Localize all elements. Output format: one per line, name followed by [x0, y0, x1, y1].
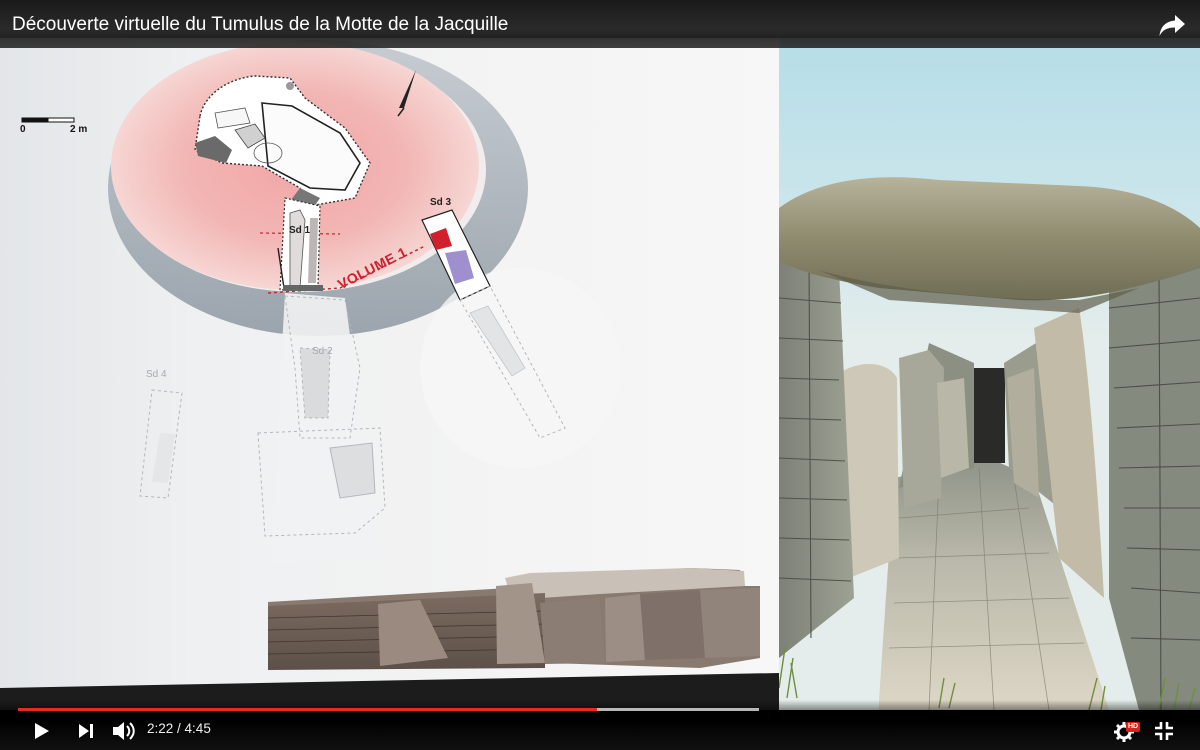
video-title[interactable]: Découverte virtuelle du Tumulus de la Mo…: [12, 13, 508, 37]
scale-bar: [21, 117, 75, 123]
sd1-label: Sd 1: [289, 225, 311, 236]
next-icon[interactable]: [78, 723, 94, 739]
sd3-label: Sd 3: [430, 197, 452, 208]
video-player[interactable]: Découverte virtuelle du Tumulus de la Mo…: [0, 0, 1200, 750]
progress-played: [18, 708, 598, 711]
sd2-label: Sd 2: [312, 346, 333, 357]
corridor-elevation: [267, 568, 760, 670]
plan-fade: [270, 293, 380, 563]
corridor-3d-render: [779, 38, 1200, 710]
sd4-label: Sd 4: [146, 369, 167, 380]
time-separator: /: [173, 721, 185, 736]
tumulus-plan-drawing: [0, 40, 779, 710]
scale-zero-label: 0: [20, 124, 26, 135]
player-controls: 2:22 / 4:45 HD: [0, 700, 1200, 750]
corridor-render-drawing: [779, 177, 1200, 710]
corridor-sd1: [277, 197, 323, 291]
share-arrow-icon[interactable]: [1158, 12, 1186, 38]
volume-icon[interactable]: [112, 720, 136, 742]
scale-two-meters-label: 2 m: [70, 124, 88, 135]
exit-fullscreen-icon[interactable]: [1154, 721, 1174, 741]
duration: 4:45: [184, 721, 211, 736]
play-icon[interactable]: [34, 722, 50, 740]
hd-badge: HD: [1126, 722, 1141, 732]
current-time: 2:22: [147, 721, 174, 736]
title-bar: Découverte virtuelle du Tumulus de la Mo…: [0, 0, 1200, 48]
trench-sd4: [139, 389, 183, 499]
progress-bar[interactable]: [18, 708, 759, 711]
plan-panel: Sd 1 Sd 2 Sd 3 Sd 4 VOLUME 1 0 2 m: [0, 38, 779, 710]
time-display: 2:22 / 4:45: [147, 721, 211, 736]
